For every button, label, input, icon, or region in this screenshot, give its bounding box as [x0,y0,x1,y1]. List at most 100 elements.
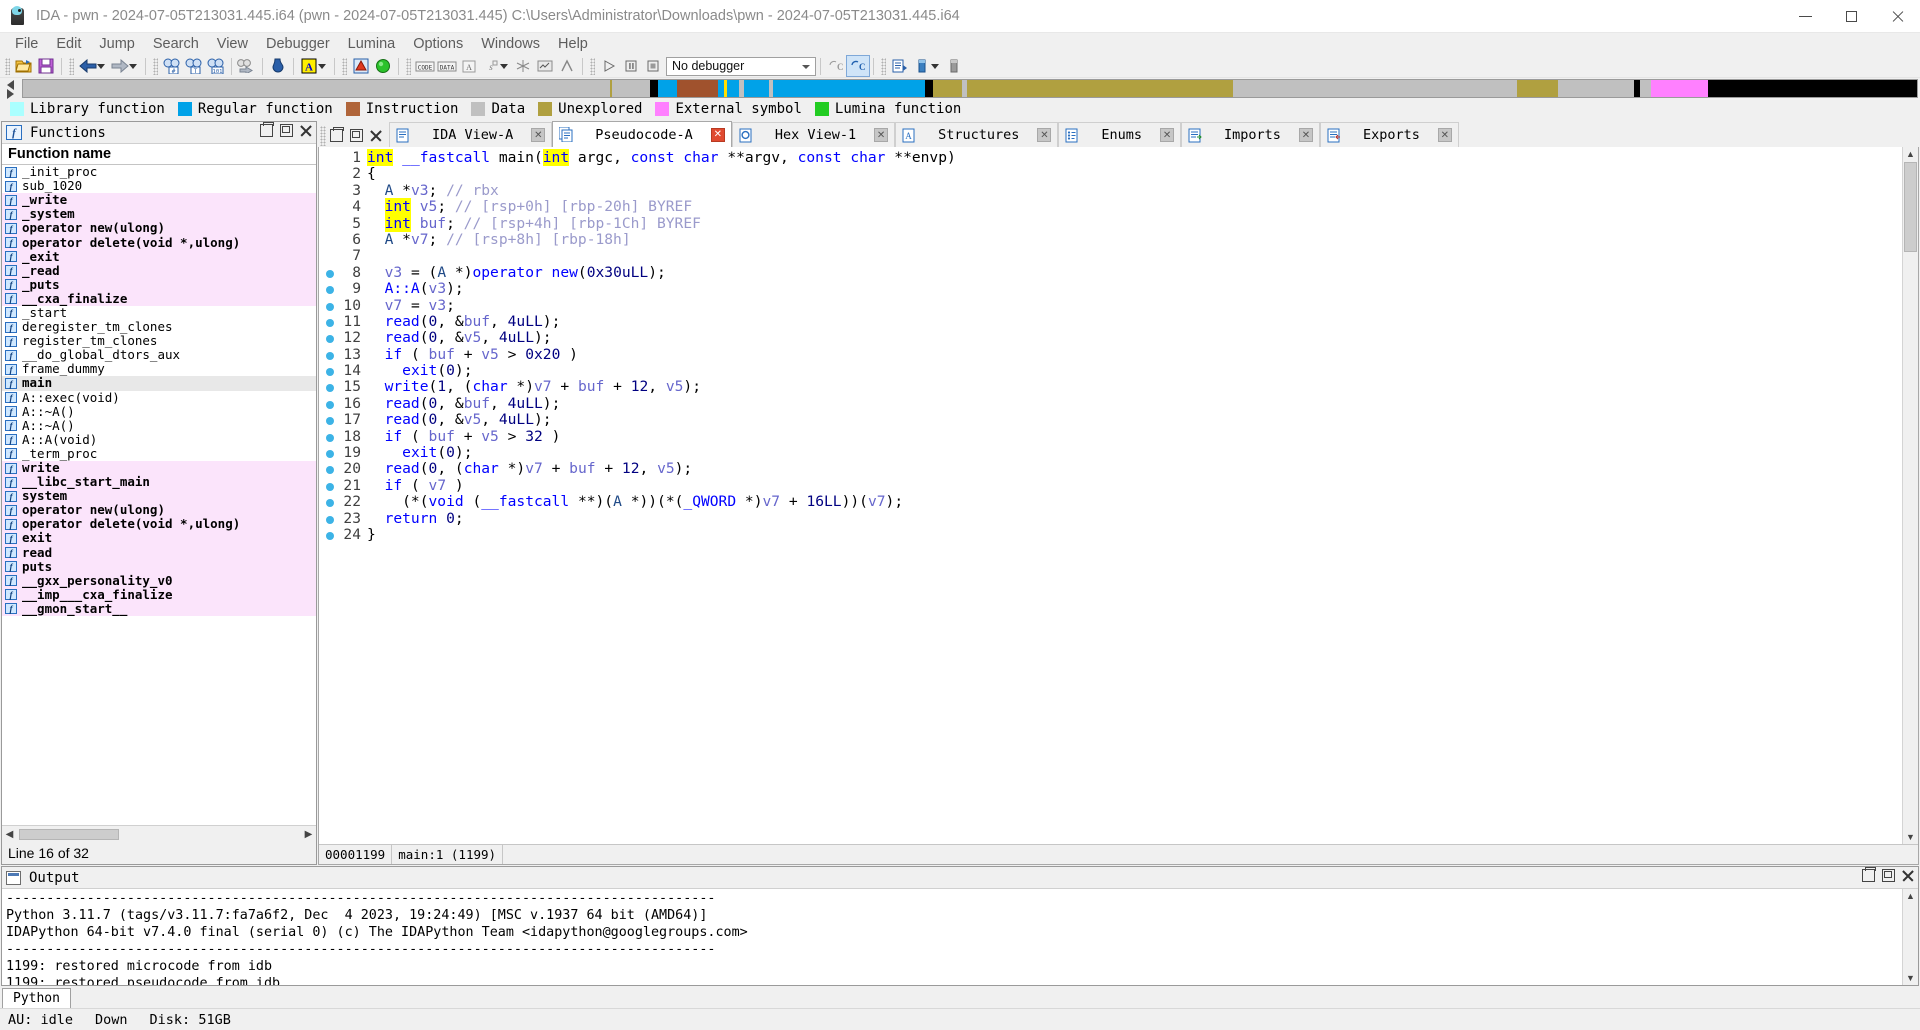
pseudocode-line[interactable]: 5 int buf; // [rsp+4h] [rbp-1Ch] BYREF [319,214,1902,232]
tab-strip-grip[interactable] [320,126,326,146]
tab-close-icon[interactable]: ✕ [1160,128,1175,142]
pseudocode-line[interactable]: 7 [319,247,1902,264]
tab-close-icon[interactable]: ✕ [1298,128,1313,142]
toolbar-grip[interactable] [69,57,74,75]
tab-close-icon[interactable]: ✕ [531,128,546,142]
function-list-row[interactable]: f __gxx_personality_v0 [2,573,316,588]
tab-hex-view-1[interactable]: Hex View-1 ✕ [731,122,896,147]
output-float-button[interactable] [1882,869,1895,882]
function-list-row[interactable]: f A::A(void) [2,432,316,447]
pseudocode-line[interactable]: 12 read(0, &v5, 4uLL); [319,329,1902,346]
tab-python[interactable]: Python [2,988,71,1008]
function-list-row[interactable]: f exit [2,531,316,546]
editor-float-button[interactable] [350,129,363,142]
pseudocode-line[interactable]: 24} [319,526,1902,543]
output-vertical-scrollbar[interactable]: ▲ ▼ [1902,889,1918,985]
pseudocode-line[interactable]: 20 read(0, (char *)v7 + buf + 12, v5); [319,461,1902,477]
struct-icon[interactable]: s [480,56,502,76]
function-list-row[interactable]: f frame_dummy [2,362,316,376]
forward-arrow-icon[interactable] [109,56,131,76]
function-list-row[interactable]: f sub_1020 [2,179,316,193]
function-list-row[interactable]: f __cxa_finalize [2,291,316,306]
toolbar-grip[interactable] [406,57,411,75]
memory-icon[interactable] [943,56,965,76]
function-list-row[interactable]: f operator new(ulong) [2,221,316,236]
functions-panel-float-button[interactable] [280,124,293,137]
toolbar-grip[interactable] [5,57,10,75]
function-list-row[interactable]: f _puts [2,277,316,292]
run-icon[interactable] [598,56,620,76]
toolbar-grip[interactable] [153,57,158,75]
scroll-thumb[interactable] [19,828,119,840]
function-list-row[interactable]: f _system [2,207,316,222]
search-text-icon[interactable]: T [183,56,205,76]
warnings-icon[interactable] [350,56,372,76]
save-icon[interactable] [35,56,57,76]
pseudocode-line[interactable]: 13 if ( buf + v5 > 0x20 ) [319,346,1902,363]
tab-close-icon[interactable]: ✕ [1037,128,1052,142]
function-list-row[interactable]: f puts [2,559,316,574]
tab-close-icon[interactable]: ✕ [710,127,725,142]
function-list-row[interactable]: f A::~A() [2,404,316,419]
function-list-row[interactable]: f _term_proc [2,446,316,461]
function-list-row[interactable]: f system [2,489,316,504]
menu-options[interactable]: Options [404,34,472,54]
stop-icon[interactable] [642,56,664,76]
pseudocode-line[interactable]: 16 read(0, &buf, 4uLL); [319,395,1902,412]
menu-debugger[interactable]: Debugger [257,34,339,54]
decompile-icon[interactable]: C [846,55,870,77]
scroll-up-icon[interactable]: ▲ [1904,147,1918,161]
editor-close-icon[interactable] [370,129,383,142]
function-list-row[interactable]: f write [2,461,316,476]
function-list-row[interactable]: f register_tm_clones [2,334,316,348]
ascii-icon[interactable]: A [458,56,480,76]
text-style-icon[interactable]: A [298,56,320,76]
tab-ida-view-a[interactable]: IDA View-A ✕ [389,122,553,147]
menu-jump[interactable]: Jump [90,34,143,54]
navigator-scroll-buttons[interactable] [4,79,22,99]
function-list-row[interactable]: f A::exec(void) [2,390,316,405]
pseudocode-line[interactable]: 6 A *v7; // [rsp+8h] [rbp-18h] [319,231,1902,248]
function-list-row[interactable]: f operator new(ulong) [2,503,316,518]
function-list-row[interactable]: f _exit [2,249,316,264]
pseudocode-line[interactable]: 11 read(0, &buf, 4uLL); [319,313,1902,330]
tab-enums[interactable]: Enums ✕ [1058,122,1182,147]
function-list-row[interactable]: f read [2,545,316,560]
function-list-row[interactable]: f _write [2,193,316,208]
close-button[interactable] [1874,0,1920,33]
function-list-row[interactable]: f _read [2,263,316,278]
recompile-icon[interactable]: C [825,56,847,76]
output-close-icon[interactable] [1902,869,1915,882]
code-icon[interactable]: CODE [414,56,436,76]
toolbar-grip[interactable] [342,57,347,75]
function-list-row[interactable]: f main [2,376,316,391]
lumina-status-icon[interactable] [372,56,394,76]
function-list-row[interactable]: f __imp___cxa_finalize [2,587,316,602]
function-list-row[interactable]: f operator delete(void *,ulong) [2,517,316,532]
function-list-row[interactable]: f operator delete(void *,ulong) [2,235,316,250]
function-list-row[interactable]: f __libc_start_main [2,475,316,490]
pseudocode-line[interactable]: 14 exit(0); [319,362,1902,379]
menu-edit[interactable]: Edit [47,34,90,54]
menu-file[interactable]: File [6,34,47,54]
scroll-down-icon[interactable]: ▼ [1904,830,1918,844]
output-restore-button[interactable] [1862,867,1876,882]
menu-view[interactable]: View [208,34,257,54]
data-icon[interactable]: DATA [436,56,458,76]
function-list-row[interactable]: f deregister_tm_clones [2,320,316,334]
debugger-select[interactable]: No debugger [666,56,816,76]
tab-pseudocode-a[interactable]: Pseudocode-A ✕ [552,121,732,147]
maximize-button[interactable] [1828,0,1874,33]
menu-lumina[interactable]: Lumina [339,34,405,54]
functions-column-header[interactable]: Function name [2,144,316,165]
jump-down-icon[interactable] [267,56,289,76]
functions-panel-close-icon[interactable] [300,124,313,137]
pseudocode-line[interactable]: 4 int v5; // [rsp+0h] [rbp-20h] BYREF [319,198,1902,216]
pseudocode-line[interactable]: 19 exit(0); [319,444,1902,461]
undefine-icon[interactable] [512,56,534,76]
search-sequence-icon[interactable]: 101 [205,56,227,76]
pseudocode-line[interactable]: 21 if ( v7 ) [319,477,1902,494]
pause-icon[interactable] [620,56,642,76]
pseudocode-line[interactable]: 15 write(1, (char *)v7 + buf + 12, v5); [319,379,1902,395]
pseudocode-line[interactable]: 3 A *v3; // rbx [319,182,1902,199]
